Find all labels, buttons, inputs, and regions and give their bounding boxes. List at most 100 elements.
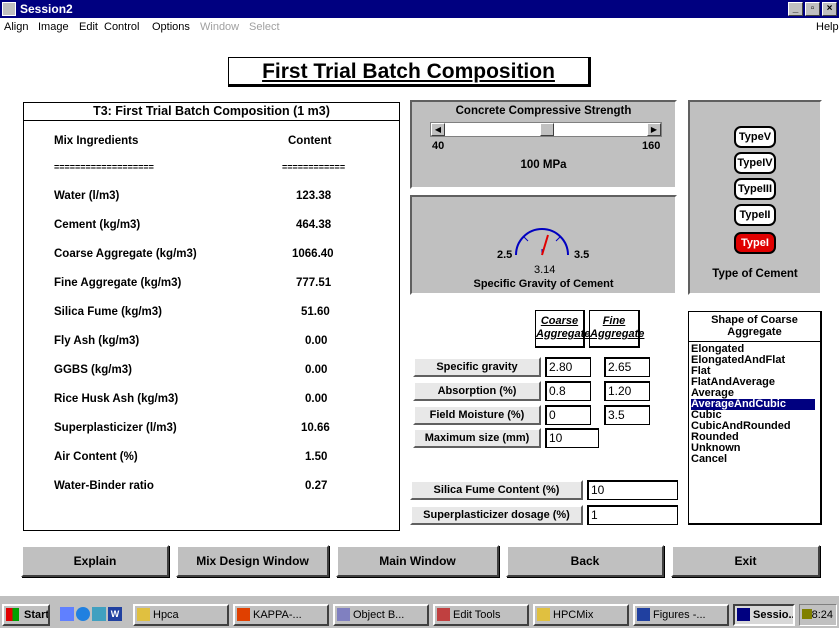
task-object-browser[interactable]: Object B... [333,604,429,626]
explain-button[interactable]: Explain [21,545,169,577]
close-button[interactable]: × [822,2,837,16]
absorption-coarse-field[interactable]: 0.8 [545,381,591,401]
row-value: 0.00 [305,364,328,376]
moisture-coarse-field[interactable]: 0 [545,405,591,425]
specific-gravity-coarse-field[interactable]: 2.80 [545,357,591,377]
strength-slider[interactable]: ◀ ▶ [430,122,662,137]
moisture-fine-field[interactable]: 3.5 [604,405,650,425]
folder-icon [537,608,550,621]
main-window-button[interactable]: Main Window [336,545,499,577]
field-moisture-label: Field Moisture (%) [413,405,541,425]
task-hpcmix[interactable]: HPCMix [533,604,629,626]
start-button[interactable]: Start [2,604,50,626]
cement-type-ii-button[interactable]: TypeII [734,204,776,226]
menu-help[interactable]: Help [816,21,839,33]
shape-list[interactable]: Elongated ElongatedAndFlat Flat FlatAndA… [689,341,820,522]
row-value: 123.38 [296,190,332,202]
col-header-ingredients: Mix Ingredients [54,135,139,147]
gravity-gauge[interactable] [512,225,572,257]
cement-type-v-button[interactable]: TypeV [734,126,776,148]
strength-title: Concrete Compressive Strength [455,105,632,117]
task-figures[interactable]: Figures -... [633,604,729,626]
strength-min: 40 [432,140,445,152]
menu-select: Select [249,21,280,33]
silica-fume-label: Silica Fume Content (%) [410,480,583,500]
col-header-coarse: Coarse Aggregate [535,310,590,348]
cement-type-iii-button[interactable]: TypeIII [734,178,776,200]
menu-options[interactable]: Options [152,21,190,33]
page-title: First Trial Batch Composition [228,57,591,87]
row-label: Rice Husk Ash (kg/m3) [54,393,179,405]
row-label: Air Content (%) [54,451,138,463]
cement-type-panel: TypeV TypeIV TypeIII TypeII TypeI Type o… [688,100,822,295]
word-icon[interactable]: W [108,607,122,621]
window-icon [737,608,750,621]
row-label: Fine Aggregate (kg/m3) [54,277,182,289]
menu-align[interactable]: Align [4,21,28,33]
task-hpca[interactable]: Hpca [133,604,229,626]
strength-value: 100 MPa [520,159,567,171]
slider-thumb[interactable] [540,123,554,136]
windows-logo-icon [6,608,19,621]
table-title: T3: First Trial Batch Composition (1 m3) [24,103,399,121]
specific-gravity-fine-field[interactable]: 2.65 [604,357,650,377]
desktop-icon[interactable] [60,607,74,621]
minimize-button[interactable]: _ [788,2,803,16]
col-header-fine: Fine Aggregate [589,310,644,348]
window-titlebar[interactable]: Session2 _ ▫ × [0,0,839,18]
cement-type-i-button[interactable]: TypeI [734,232,776,254]
col-header-content: Content [288,135,332,147]
absorption-fine-field[interactable]: 1.20 [604,381,650,401]
gravity-value: 3.14 [534,264,556,276]
menu-edit[interactable]: Edit [79,21,98,33]
browser-icon[interactable] [76,607,90,621]
app-icon [2,2,16,16]
window-icon [337,608,350,621]
task-session[interactable]: Sessio... [733,604,795,626]
separator-right: ============ [282,162,346,172]
row-value: 0.27 [305,480,328,492]
strength-panel: Concrete Compressive Strength ◀ ▶ 40 160… [410,100,677,189]
tools-icon [437,608,450,621]
row-value: 0.00 [305,335,328,347]
document-icon [637,608,650,621]
back-button[interactable]: Back [506,545,664,577]
menu-control[interactable]: Control [104,21,139,33]
exit-button[interactable]: Exit [671,545,820,577]
cement-type-iv-button[interactable]: TypeIV [734,152,776,174]
row-label: Fly Ash (kg/m3) [54,335,140,347]
window-title: Session2 [20,2,73,16]
max-size-coarse-field[interactable]: 10 [545,428,599,448]
row-value: 777.51 [296,277,332,289]
restore-button[interactable]: ▫ [805,2,820,16]
row-value: 0.00 [305,393,328,405]
gravity-max: 3.5 [574,249,590,261]
shape-title: Shape of Coarse Aggregate [711,314,798,338]
batch-composition-panel: T3: First Trial Batch Composition (1 m3)… [23,102,400,531]
row-label: Superplasticizer (l/m3) [54,422,177,434]
gravity-min: 2.5 [497,249,513,261]
row-label: Coarse Aggregate (kg/m3) [54,248,197,260]
absorption-label: Absorption (%) [413,381,541,401]
slider-right-arrow[interactable]: ▶ [647,123,661,136]
silica-fume-field[interactable]: 10 [587,480,678,500]
list-item[interactable]: Cancel [691,454,727,465]
system-tray: 18:24 [799,604,837,626]
channel-icon[interactable] [92,607,106,621]
row-value: 464.38 [296,219,332,231]
specific-gravity-label: Specific gravity [413,357,541,377]
superplasticizer-field[interactable]: 1 [587,505,678,525]
task-edit-tools[interactable]: Edit Tools [433,604,529,626]
menu-image[interactable]: Image [38,21,69,33]
row-label: Silica Fume (kg/m3) [54,306,163,318]
mix-design-window-button[interactable]: Mix Design Window [176,545,329,577]
row-label: Water-Binder ratio [54,480,154,492]
row-label: Water (l/m3) [54,190,120,202]
superplasticizer-label: Superplasticizer dosage (%) [410,505,583,525]
slider-left-arrow[interactable]: ◀ [431,123,445,136]
row-value: 10.66 [301,422,330,434]
row-value: 1.50 [305,451,328,463]
task-kappa[interactable]: KAPPA-... [233,604,329,626]
volume-icon[interactable] [802,609,812,619]
row-label: GGBS (kg/m3) [54,364,132,376]
